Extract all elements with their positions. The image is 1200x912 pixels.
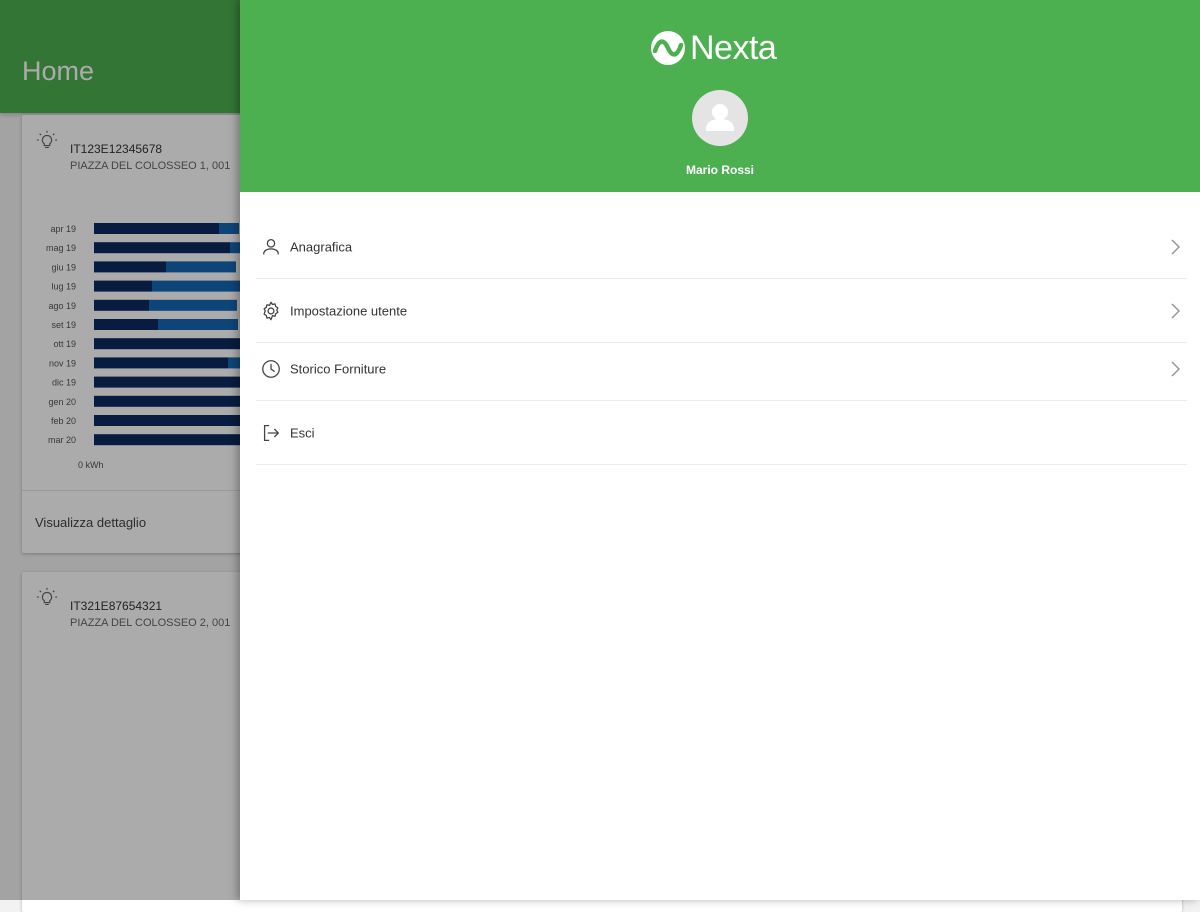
menu-item-esci[interactable]: Esci <box>256 401 1187 465</box>
chevron-right-icon <box>1171 238 1181 255</box>
drawer-header: Nexta Mario Rossi <box>240 0 1200 192</box>
brand-name: Nexta <box>690 28 777 67</box>
menu-item-impostazione-utente[interactable]: Impostazione utente <box>256 279 1187 343</box>
menu-item-label: Storico Forniture <box>290 361 387 376</box>
menu-item-label: Esci <box>290 425 315 440</box>
logout-icon <box>263 424 279 441</box>
menu-item-anagrafica[interactable]: Anagrafica <box>256 215 1187 279</box>
menu-item-storico-forniture[interactable]: Storico Forniture <box>256 337 1187 401</box>
person-icon <box>263 238 279 254</box>
user-name: Mario Rossi <box>685 163 754 177</box>
avatar[interactable] <box>692 90 748 146</box>
menu-item-label: Impostazione utente <box>290 303 408 318</box>
navigation-drawer: Nexta Mario Rossi Anagrafica Impostazion… <box>240 0 1200 900</box>
gear-icon <box>263 301 279 320</box>
brand-logo: Nexta <box>650 28 777 68</box>
chevron-right-icon <box>1171 360 1181 377</box>
menu-item-label: Anagrafica <box>290 239 353 254</box>
chevron-right-icon <box>1171 302 1181 319</box>
person-avatar-icon <box>706 104 734 131</box>
nexta-logo-icon <box>651 31 685 65</box>
clock-icon <box>262 359 280 378</box>
